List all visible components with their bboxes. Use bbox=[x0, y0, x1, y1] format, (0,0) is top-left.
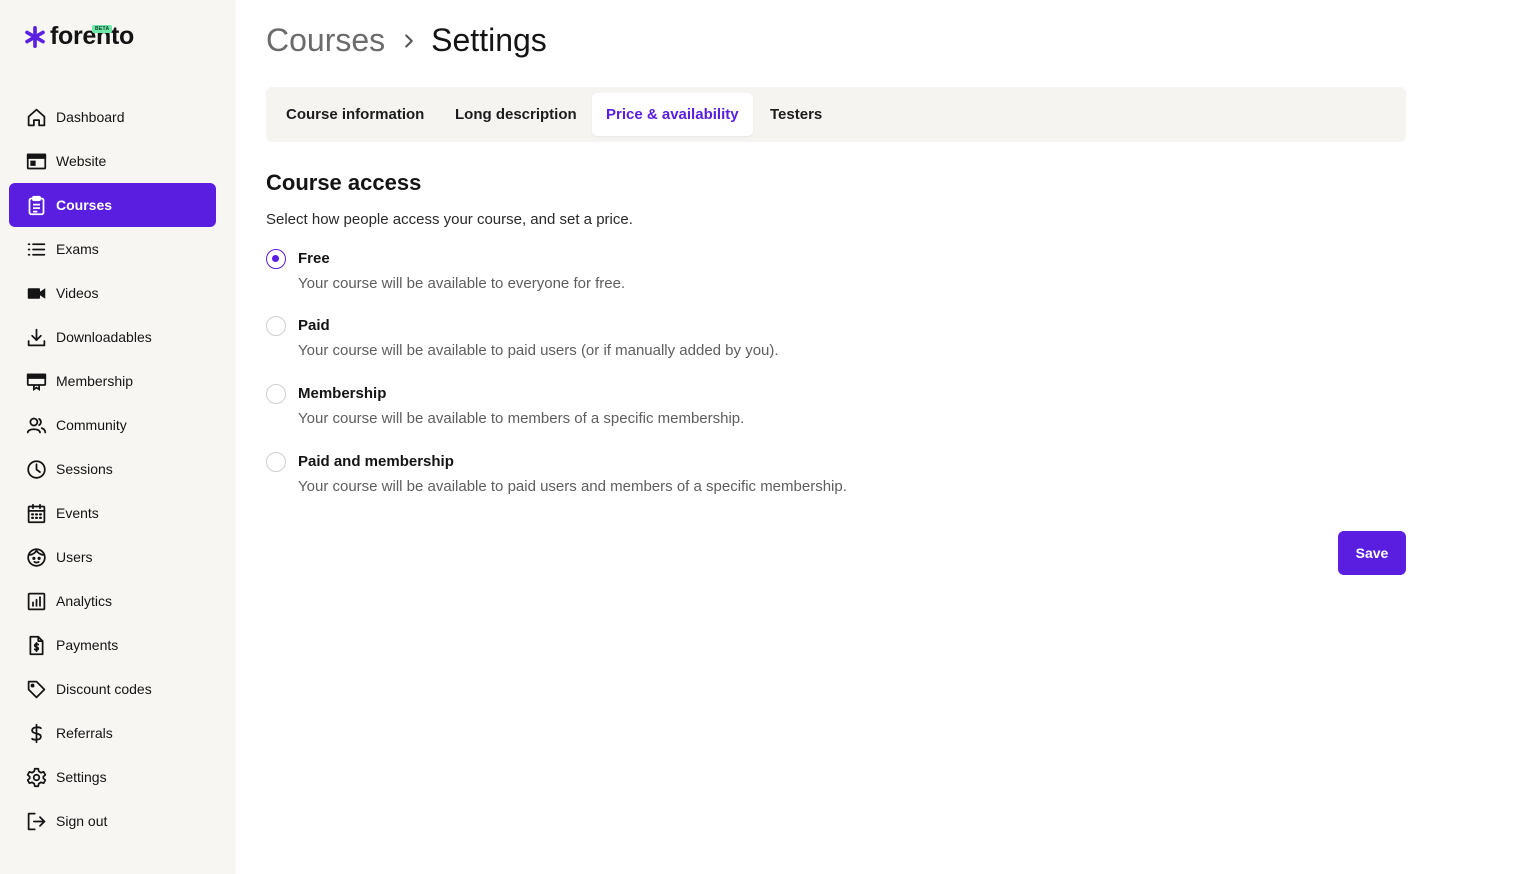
save-button[interactable]: Save bbox=[1338, 531, 1406, 575]
option-description: Your course will be available to members… bbox=[298, 410, 745, 427]
download-icon bbox=[25, 326, 47, 348]
sidebar-item-label: Events bbox=[56, 505, 99, 521]
sidebar-item-label: Dashboard bbox=[56, 109, 125, 125]
clock-icon bbox=[25, 458, 47, 480]
settings-tabs: Course information Long description Pric… bbox=[266, 87, 1406, 142]
sidebar-item-label: Videos bbox=[56, 285, 99, 301]
sidebar-item-label: Sign out bbox=[56, 813, 108, 829]
bar-chart-icon bbox=[25, 590, 47, 612]
sidebar-item-label: Website bbox=[56, 153, 107, 169]
sidebar-item-label: Users bbox=[56, 549, 93, 565]
access-option-paid-and-membership[interactable]: Paid and membership Your course will be … bbox=[266, 452, 966, 500]
sidebar-item-label: Sessions bbox=[56, 461, 113, 477]
tab-price-availability[interactable]: Price & availability bbox=[592, 93, 753, 136]
sidebar-item-analytics[interactable]: Analytics bbox=[9, 579, 216, 623]
section-description: Select how people access your course, an… bbox=[266, 211, 633, 228]
calendar-icon bbox=[25, 502, 47, 524]
sidebar-item-label: Payments bbox=[56, 637, 119, 653]
sidebar-item-label: Courses bbox=[56, 197, 113, 213]
sidebar-item-discount-codes[interactable]: Discount codes bbox=[9, 667, 216, 711]
clipboard-icon bbox=[25, 194, 47, 216]
access-option-paid[interactable]: Paid Your course will be available to pa… bbox=[266, 316, 966, 364]
sidebar-item-events[interactable]: Events bbox=[9, 491, 216, 535]
sidebar-item-label: Settings bbox=[56, 769, 107, 785]
tab-long-description[interactable]: Long description bbox=[441, 93, 591, 136]
option-description: Your course will be available to paid us… bbox=[298, 478, 847, 495]
option-label: Membership bbox=[298, 385, 387, 402]
breadcrumb-parent-link[interactable]: Courses bbox=[266, 22, 385, 59]
radio-paid[interactable] bbox=[266, 316, 286, 336]
home-icon bbox=[25, 106, 47, 128]
option-label: Paid bbox=[298, 317, 330, 334]
sidebar: forento BETA Dashboard Website Courses E bbox=[0, 0, 236, 874]
radio-membership[interactable] bbox=[266, 384, 286, 404]
people-icon bbox=[25, 414, 47, 436]
membership-card-icon bbox=[25, 370, 47, 392]
tab-course-information[interactable]: Course information bbox=[272, 93, 438, 136]
sidebar-item-videos[interactable]: Videos bbox=[9, 271, 216, 315]
sidebar-nav: Dashboard Website Courses Exams Videos D… bbox=[9, 95, 216, 843]
gear-icon bbox=[25, 766, 47, 788]
option-description: Your course will be available to paid us… bbox=[298, 342, 779, 359]
access-option-free[interactable]: Free Your course will be available to ev… bbox=[266, 249, 966, 297]
tag-icon bbox=[25, 678, 47, 700]
sidebar-item-label: Analytics bbox=[56, 593, 113, 609]
sidebar-item-label: Exams bbox=[56, 241, 99, 257]
sidebar-item-dashboard[interactable]: Dashboard bbox=[9, 95, 216, 139]
sidebar-item-referrals[interactable]: Referrals bbox=[9, 711, 216, 755]
browser-window-icon bbox=[25, 150, 47, 172]
sidebar-item-label: Membership bbox=[56, 373, 134, 389]
sidebar-item-exams[interactable]: Exams bbox=[9, 227, 216, 271]
tab-testers[interactable]: Testers bbox=[756, 93, 836, 136]
sidebar-item-payments[interactable]: Payments bbox=[9, 623, 216, 667]
video-camera-icon bbox=[25, 282, 47, 304]
option-label: Paid and membership bbox=[298, 453, 454, 470]
radio-paid-and-membership[interactable] bbox=[266, 452, 286, 472]
sidebar-item-website[interactable]: Website bbox=[9, 139, 216, 183]
chevron-right-icon bbox=[405, 33, 413, 48]
brand-logo[interactable]: forento bbox=[24, 22, 134, 51]
dollar-icon bbox=[25, 722, 47, 744]
beta-badge: BETA bbox=[92, 25, 113, 33]
sidebar-item-label: Discount codes bbox=[56, 681, 152, 697]
sign-out-icon bbox=[25, 810, 47, 832]
breadcrumb: Courses Settings bbox=[266, 22, 547, 59]
sidebar-item-courses[interactable]: Courses bbox=[9, 183, 216, 227]
sidebar-item-downloadables[interactable]: Downloadables bbox=[9, 315, 216, 359]
page-title: Settings bbox=[431, 22, 547, 58]
sidebar-item-label: Community bbox=[56, 417, 127, 433]
asterisk-logo-icon bbox=[25, 25, 45, 48]
list-icon bbox=[25, 238, 47, 260]
sidebar-item-membership[interactable]: Membership bbox=[9, 359, 216, 403]
face-icon bbox=[25, 546, 47, 568]
sidebar-item-sign-out[interactable]: Sign out bbox=[9, 799, 216, 843]
sidebar-item-settings[interactable]: Settings bbox=[9, 755, 216, 799]
invoice-dollar-icon bbox=[25, 634, 47, 656]
sidebar-item-label: Downloadables bbox=[56, 329, 152, 345]
option-description: Your course will be available to everyon… bbox=[298, 275, 626, 292]
section-title: Course access bbox=[266, 170, 422, 195]
sidebar-item-community[interactable]: Community bbox=[9, 403, 216, 447]
option-label: Free bbox=[298, 250, 330, 267]
sidebar-item-sessions[interactable]: Sessions bbox=[9, 447, 216, 491]
sidebar-item-label: Referrals bbox=[56, 725, 113, 741]
radio-free[interactable] bbox=[266, 249, 286, 269]
sidebar-item-users[interactable]: Users bbox=[9, 535, 216, 579]
access-option-membership[interactable]: Membership Your course will be available… bbox=[266, 384, 966, 432]
